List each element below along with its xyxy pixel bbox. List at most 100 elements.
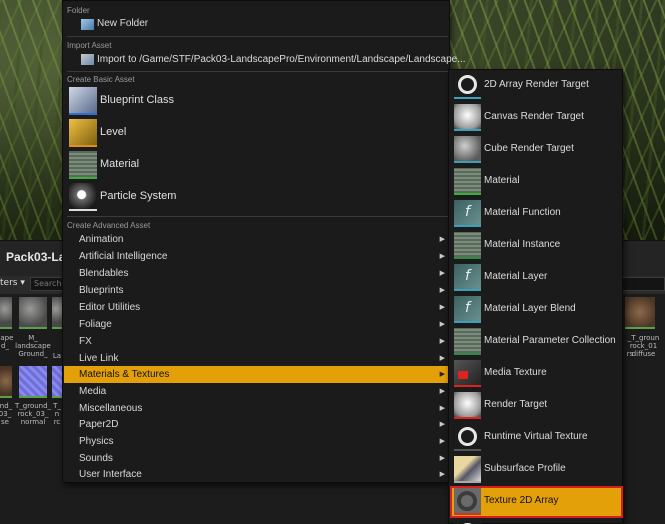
new-folder-item[interactable]: New Folder xyxy=(97,18,148,29)
submenu-item-label: Cube Render Target xyxy=(484,143,574,154)
function-icon: f xyxy=(454,264,481,291)
submenu-item-cube-render-target[interactable]: Cube Render Target xyxy=(450,134,623,166)
chevron-right-icon: ▶ xyxy=(439,438,445,445)
chevron-right-icon: ▶ xyxy=(439,405,445,412)
asset-thumbnail[interactable] xyxy=(19,297,47,329)
chevron-right-icon: ▶ xyxy=(439,455,445,462)
menu-item-label: Blueprints xyxy=(79,285,124,296)
search-input-right[interactable] xyxy=(622,277,665,291)
particle-system-icon xyxy=(69,183,97,211)
submenu-item-material-parameter-collection[interactable]: Material Parameter Collection xyxy=(450,326,623,358)
menu-item-label: Editor Utilities xyxy=(79,302,141,313)
submenu-item-subsurface-profile[interactable]: Subsurface Profile xyxy=(450,454,623,486)
menu-item-miscellaneous[interactable]: Miscellaneous ▶ xyxy=(64,400,449,417)
menu-item-label: Artificial Intelligence xyxy=(79,251,168,262)
submenu-item-material[interactable]: Material xyxy=(450,166,623,198)
asset-thumbnail[interactable] xyxy=(52,297,62,329)
ring-icon xyxy=(454,520,481,524)
particle-system-item[interactable]: Particle System xyxy=(67,183,447,213)
context-menu: Folder New Folder Import Asset Import to… xyxy=(62,0,466,483)
chevron-right-icon: ▶ xyxy=(439,338,445,345)
menu-item-editor-utilities[interactable]: Editor Utilities ▶ xyxy=(64,299,449,316)
blueprint-class-item[interactable]: Blueprint Class xyxy=(67,87,447,117)
media-texture-icon xyxy=(454,360,481,387)
divider xyxy=(67,71,448,72)
material-instance-icon xyxy=(454,232,481,259)
menu-item-label: Foliage xyxy=(79,319,112,330)
menu-item-label: Paper2D xyxy=(79,419,119,430)
menu-item-live-link[interactable]: Live Link ▶ xyxy=(64,350,449,367)
menu-item-label: Live Link xyxy=(79,353,119,364)
menu-item-materials-textures[interactable]: Materials & Textures ▶ xyxy=(64,366,449,383)
submenu-item-label: 2D Array Render Target xyxy=(484,79,589,90)
submenu-item-label: Material Function xyxy=(484,207,561,218)
submenu-item-texture-2d-array[interactable]: Texture 2D Array xyxy=(450,486,623,518)
filters-button[interactable]: ters ▾ xyxy=(0,278,25,288)
chevron-right-icon: ▶ xyxy=(439,421,445,428)
menu-item-label: Material xyxy=(100,158,140,170)
asset-thumbnail[interactable] xyxy=(0,366,12,398)
material-item[interactable]: Material xyxy=(67,151,447,181)
asset-thumbnail[interactable] xyxy=(0,297,12,329)
menu-item-paper2d[interactable]: Paper2D ▶ xyxy=(64,416,449,433)
chevron-right-icon: ▶ xyxy=(439,355,445,362)
chevron-right-icon: ▶ xyxy=(439,471,445,478)
menu-item-blueprints[interactable]: Blueprints ▶ xyxy=(64,282,449,299)
menu-item-blendables[interactable]: Blendables ▶ xyxy=(64,265,449,282)
submenu-item-render-target[interactable]: Render Target xyxy=(450,390,623,422)
menu-item-animation[interactable]: Animation ▶ xyxy=(64,231,449,248)
menu-item-fx[interactable]: FX ▶ xyxy=(64,333,449,350)
submenu-item-media-texture[interactable]: Media Texture xyxy=(450,358,623,390)
materials-textures-submenu: 2D Array Render Target Canvas Render Tar… xyxy=(448,69,623,524)
search-input[interactable]: Search xyxy=(30,277,66,291)
submenu-item-material-instance[interactable]: Material Instance xyxy=(450,230,623,262)
menu-item-label: FX xyxy=(79,336,92,347)
asset-thumbnail[interactable] xyxy=(625,297,655,329)
submenu-item-canvas-render-target[interactable]: Canvas Render Target xyxy=(450,102,623,134)
menu-item-media[interactable]: Media ▶ xyxy=(64,383,449,400)
ring-icon xyxy=(454,424,481,451)
asset-thumbnail[interactable] xyxy=(19,366,47,398)
submenu-item-2d-array-render-target[interactable]: 2D Array Render Target xyxy=(450,70,623,102)
blueprint-class-icon xyxy=(69,87,97,115)
submenu-item-label: Material Parameter Collection xyxy=(484,335,616,346)
menu-item-user-interface[interactable]: User Interface ▶ xyxy=(64,466,449,483)
menu-item-label: Animation xyxy=(79,234,124,245)
level-item[interactable]: Level xyxy=(67,119,447,149)
menu-item-label: Level xyxy=(100,126,127,138)
submenu-item-material-layer-blend[interactable]: f Material Layer Blend xyxy=(450,294,623,326)
menu-item-physics[interactable]: Physics ▶ xyxy=(64,433,449,450)
submenu-item-label: Canvas Render Target xyxy=(484,111,584,122)
import-item[interactable]: Import to /Game/STF/Pack03-LandscapePro/… xyxy=(97,54,466,65)
folder-section-header: Folder xyxy=(67,6,90,15)
texture-2d-array-icon xyxy=(454,488,481,515)
menu-item-label: Miscellaneous xyxy=(79,403,143,414)
submenu-item-runtime-virtual-texture[interactable]: Runtime Virtual Texture xyxy=(450,422,623,454)
level-icon xyxy=(69,119,97,147)
submenu-item-material-function[interactable]: f Material Function xyxy=(450,198,623,230)
menu-item-label: Particle System xyxy=(100,190,177,202)
menu-item-label: Sounds xyxy=(79,453,113,464)
basic-asset-section-header: Create Basic Asset xyxy=(67,75,135,84)
submenu-item-partial[interactable] xyxy=(450,518,623,524)
submenu-item-label: Material Instance xyxy=(484,239,561,250)
asset-caption: M_ landscape Ground_ xyxy=(15,334,51,358)
asset-caption: T_ground_ rock_03_ normal xyxy=(15,402,52,426)
submenu-item-label: Subsurface Profile xyxy=(484,463,566,474)
submenu-item-material-layer[interactable]: f Material Layer xyxy=(450,262,623,294)
menu-item-label: Physics xyxy=(79,436,114,447)
chevron-right-icon: ▶ xyxy=(439,270,445,277)
chevron-right-icon: ▶ xyxy=(439,236,445,243)
asset-caption: cape d_ xyxy=(0,334,14,350)
function-icon: f xyxy=(454,200,481,227)
asset-thumbnail[interactable] xyxy=(52,366,62,398)
subsurface-profile-icon xyxy=(454,456,481,483)
menu-item-artificial-intelligence[interactable]: Artificial Intelligence ▶ xyxy=(64,248,449,265)
menu-item-foliage[interactable]: Foliage ▶ xyxy=(64,316,449,333)
chevron-right-icon: ▶ xyxy=(439,253,445,260)
canvas-render-target-icon xyxy=(454,104,481,131)
cube-icon xyxy=(454,136,481,163)
menu-item-sounds[interactable]: Sounds ▶ xyxy=(64,450,449,467)
submenu-item-label: Render Target xyxy=(484,399,548,410)
chevron-right-icon: ▶ xyxy=(439,304,445,311)
